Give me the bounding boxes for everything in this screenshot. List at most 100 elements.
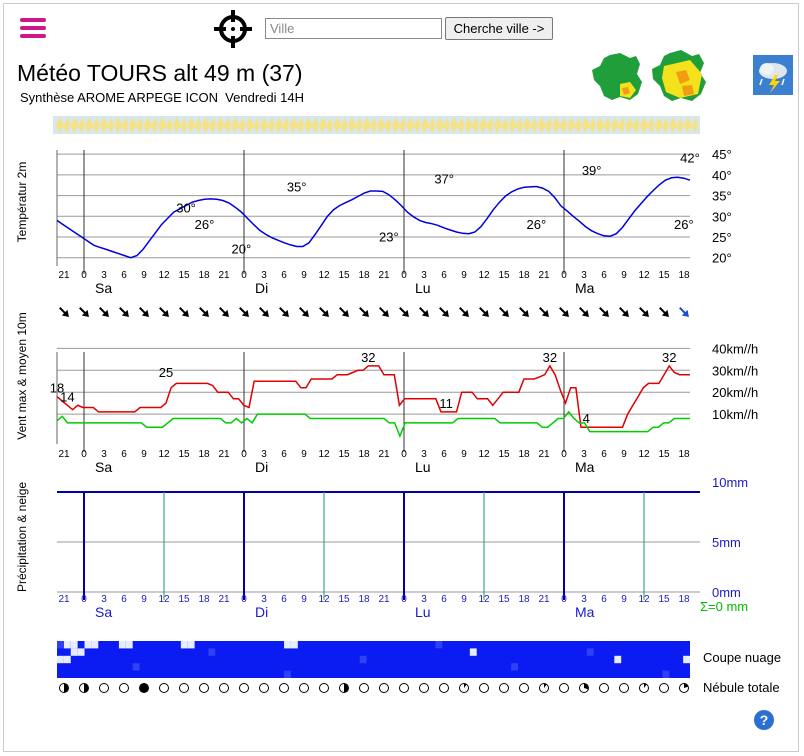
x-tick-label: 12: [158, 270, 170, 281]
wind-direction-arrow: [439, 307, 449, 317]
wind-direction-arrow: [179, 307, 189, 317]
wind-tick-label: 30km//h: [712, 363, 758, 378]
nebulosity-symbol: [359, 683, 369, 693]
x-tick-label: 12: [478, 449, 490, 460]
temperature-panel: 45° 40° 35° 30° 25° 20° 30° 26° 20° 35° 23° 37° 26° 3…: [56, 147, 732, 296]
x-tick-label: 9: [141, 270, 147, 281]
nebulosity-symbol: [59, 683, 69, 693]
x-tick-label: 0: [561, 270, 567, 281]
nebulosity-symbol: [199, 683, 209, 693]
nebulosity-symbol: [119, 683, 129, 693]
x-tick-label: 0: [241, 594, 247, 605]
nebulosity-circle: [499, 683, 509, 693]
precip-tick-label: 10mm: [712, 475, 748, 490]
temperature-tick-label: 25°: [712, 230, 732, 245]
x-tick-label: 15: [498, 594, 510, 605]
cloud-section-label: Coupe nuage: [703, 650, 781, 665]
cloud-cell: [359, 655, 367, 664]
x-tick-label: 21: [58, 270, 70, 281]
wind-direction-arrow: [379, 307, 389, 317]
nebulosity-symbol: [519, 683, 529, 693]
temperature-extreme-label: 39°: [582, 163, 602, 178]
cloud-cell: [125, 641, 133, 649]
nebulosity-circle: [479, 683, 489, 693]
wind-direction-arrow: [519, 307, 529, 317]
nebulosity-symbol: [79, 683, 89, 693]
temperature-series-line: [56, 176, 691, 259]
cloud-cell: [683, 655, 690, 664]
wind-direction-arrow: [479, 307, 489, 317]
cloud-cell: [662, 670, 670, 678]
x-tick-label: 0: [561, 594, 567, 605]
cloud-cell: [614, 655, 622, 664]
cloud-cell: [63, 641, 71, 649]
x-tick-label: 21: [218, 594, 230, 605]
x-tick-label: 6: [601, 449, 607, 460]
x-tick-label: 18: [358, 594, 370, 605]
x-tick-label: 15: [338, 449, 350, 460]
x-tick-label: 18: [198, 594, 210, 605]
wind-direction-arrow: [359, 307, 369, 317]
day-label: Di: [255, 280, 268, 296]
x-tick-label: 15: [338, 270, 350, 281]
x-tick-label: 15: [658, 594, 670, 605]
wind-extreme-label: 32: [543, 350, 557, 365]
nebulosity-circle: [279, 683, 289, 693]
wind-panel: 40km//h 30km//h 20km//h 10km//h 18 14 25 32 11 32…: [50, 341, 758, 475]
cloud-cell: [84, 641, 92, 649]
nebulosity-circle: [619, 683, 629, 693]
x-tick-label: 18: [198, 270, 210, 281]
x-tick-label: 0: [401, 594, 407, 605]
x-tick-label: 21: [378, 594, 390, 605]
nebulosity-circle: [179, 683, 189, 693]
x-tick-label: 9: [301, 594, 307, 605]
wind-direction-arrow: [199, 307, 209, 317]
x-tick-label: 0: [401, 449, 407, 460]
wind-direction-arrow: [319, 307, 329, 317]
temperature-tick-label: 30°: [712, 209, 732, 224]
nebulosity-circle: [119, 683, 129, 693]
x-tick-label: 9: [621, 449, 627, 460]
precip-tick-label: 5mm: [712, 535, 741, 550]
cloud-cell: [586, 648, 594, 656]
nebulosity-symbol: [339, 683, 349, 693]
nebulosity-circle: [99, 683, 109, 693]
nebulosity-symbol: [579, 683, 589, 693]
day-label: Sa: [95, 604, 112, 620]
x-tick-label: 18: [518, 594, 530, 605]
wind-direction-arrow: [119, 307, 129, 317]
cloud-cell: [187, 641, 195, 649]
x-tick-label: 0: [81, 594, 87, 605]
day-label: Lu: [415, 280, 431, 296]
wind-direction-arrow: [59, 307, 69, 317]
x-tick-label: 6: [281, 270, 287, 281]
cloud-cell: [70, 641, 78, 649]
x-tick-label: 6: [601, 594, 607, 605]
x-tick-label: 6: [441, 594, 447, 605]
x-tick-label: 9: [621, 270, 627, 281]
nebulosity-symbol: [99, 683, 109, 693]
x-tick-label: 15: [658, 270, 670, 281]
nebulosity-symbol: [619, 683, 629, 693]
x-tick-label: 9: [461, 270, 467, 281]
x-tick-label: 0: [241, 449, 247, 460]
x-tick-label: 18: [358, 449, 370, 460]
nebulosity-symbol: [559, 683, 569, 693]
wind-extreme-label: 4: [583, 411, 590, 426]
wind-tick-label: 40km//h: [712, 341, 758, 356]
temperature-extreme-label: 30°: [176, 200, 196, 215]
x-tick-label: 15: [658, 449, 670, 460]
temperature-extreme-label: 26°: [195, 217, 215, 232]
help-icon[interactable]: ?: [754, 710, 774, 730]
temperature-extreme-label: 35°: [287, 180, 307, 195]
x-tick-label: 9: [621, 594, 627, 605]
nebulosity-symbol: [659, 683, 669, 693]
cloud-cell: [118, 641, 126, 649]
temperature-tick-label: 40°: [712, 168, 732, 183]
forecast-chart: Températur 2m 45° 40° 35° 30° 25° 20° 30° 26° 20…: [15, 116, 781, 695]
x-tick-label: 6: [121, 270, 127, 281]
temperature-extreme-label: 26°: [674, 217, 694, 232]
nebulosity-symbol: [299, 683, 309, 693]
nebulosity-label: Nébule totale: [703, 680, 780, 695]
nebulosity-circle: [239, 683, 249, 693]
